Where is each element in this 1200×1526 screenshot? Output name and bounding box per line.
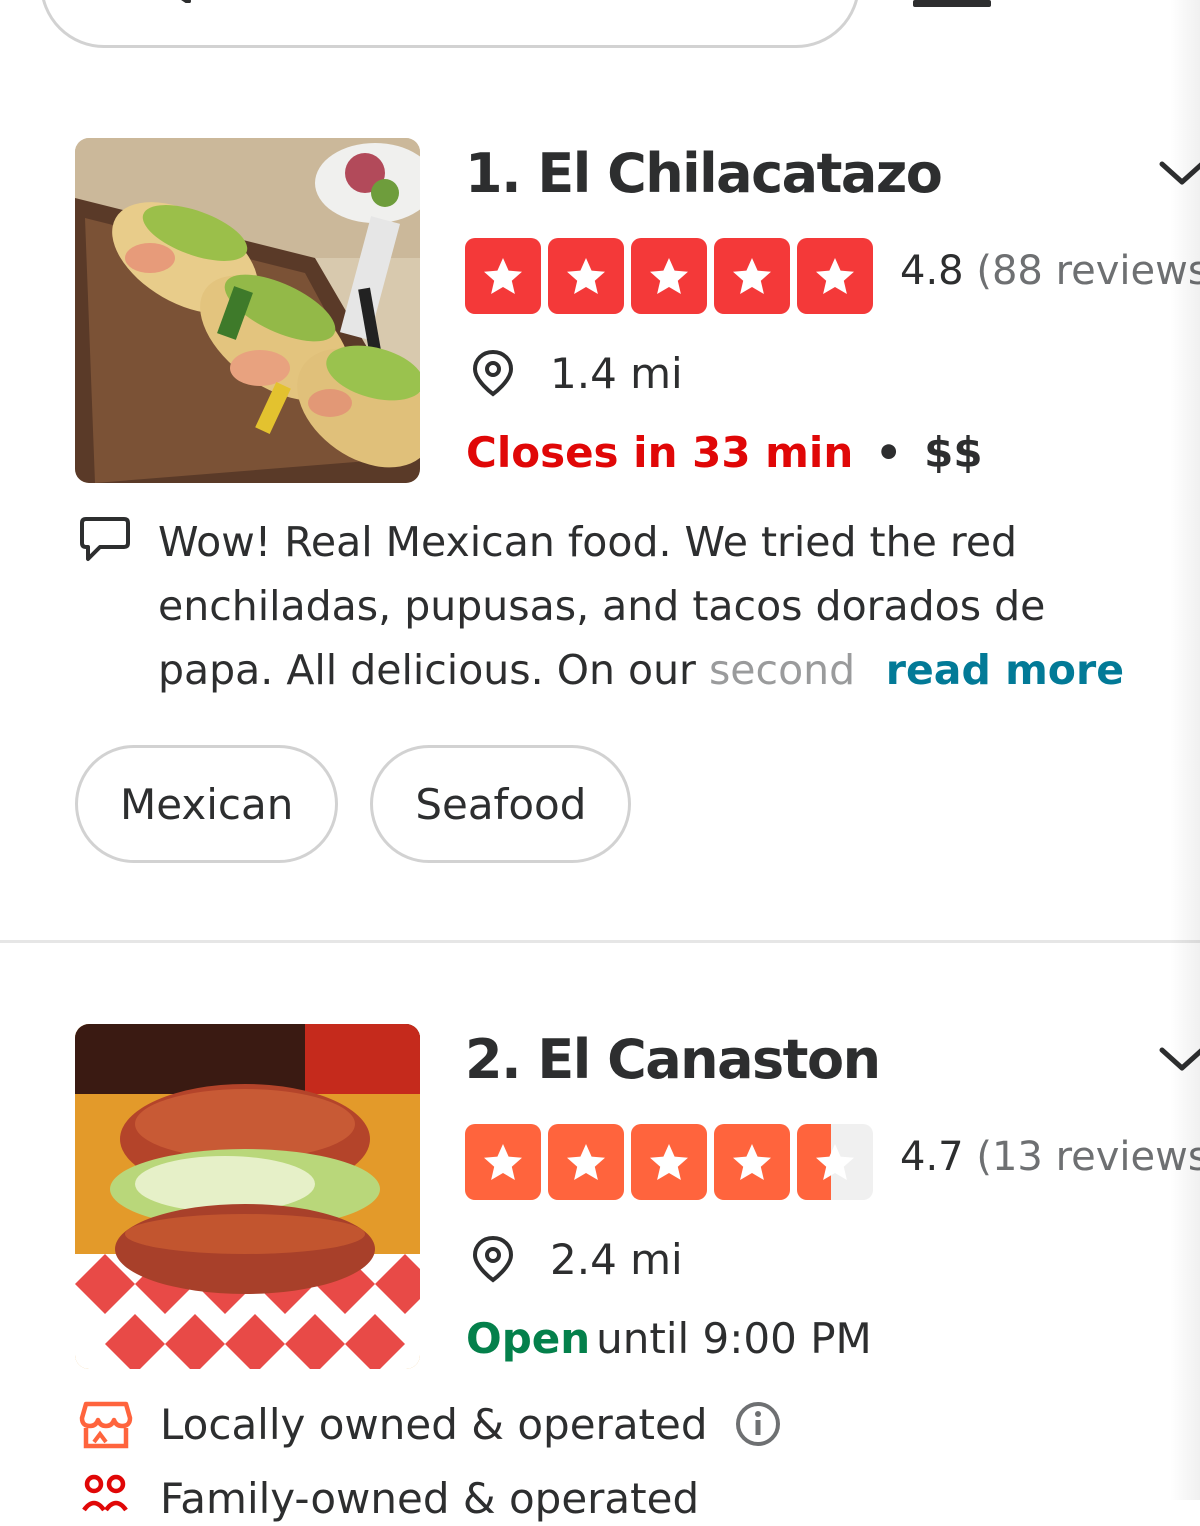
listing-photo[interactable]: [75, 1024, 420, 1369]
rating-summary: 4.8 (88 reviews): [900, 248, 1200, 294]
storefront-icon: [79, 1401, 133, 1449]
listing-divider: [0, 940, 1200, 943]
speech-bubble-icon: [80, 517, 130, 561]
category-tag[interactable]: Mexican: [75, 745, 339, 863]
rating-value: 4.7: [900, 1134, 964, 1180]
listing-photo[interactable]: [75, 138, 420, 483]
search-icon: [133, 0, 193, 3]
search-bar[interactable]: [40, 0, 860, 48]
location-pin-icon: [472, 349, 514, 397]
star-rating: [465, 238, 873, 314]
star-icon: [631, 1124, 707, 1200]
distance-row: 2.4 mi: [468, 1234, 683, 1284]
star-icon: [797, 1124, 873, 1200]
hours-status-row: Closes in 33 min • $$: [466, 428, 983, 477]
review-count[interactable]: (13 reviews): [976, 1134, 1200, 1180]
price-level: $$: [924, 428, 983, 477]
edge-shadow: [1170, 0, 1200, 1500]
closing-status: Closes in 33 min: [466, 428, 854, 477]
review-text-fade: second: [708, 646, 856, 694]
business-name[interactable]: 1. El Chilacatazo: [465, 142, 943, 205]
menu-icon[interactable]: [913, 0, 991, 7]
family-icon: [82, 1474, 128, 1512]
star-icon: [797, 238, 873, 314]
distance: 1.4 mi: [550, 348, 683, 398]
info-icon[interactable]: [734, 1400, 782, 1448]
review-snippet[interactable]: Wow! Real Mexican food. We tried the red…: [158, 510, 1148, 702]
distance-row: 1.4 mi: [468, 348, 683, 398]
attribute-label: Locally owned & operated: [160, 1399, 708, 1449]
read-more-link[interactable]: read more: [869, 638, 1124, 702]
category-tags: Mexican Seafood: [75, 745, 632, 863]
location-pin-icon: [472, 1235, 514, 1283]
rating-value: 4.8: [900, 248, 964, 294]
attribute-row: Locally owned & operated: [78, 1396, 782, 1452]
attribute-row: Family-owned & operated: [78, 1470, 699, 1526]
review-count[interactable]: (88 reviews): [976, 248, 1200, 294]
open-status: Open: [466, 1314, 591, 1363]
star-icon: [548, 238, 624, 314]
hours-status-row: Open until 9:00 PM: [466, 1314, 872, 1363]
hours-until: until 9:00 PM: [596, 1314, 872, 1363]
rating-summary: 4.7 (13 reviews): [900, 1134, 1200, 1180]
star-icon: [631, 238, 707, 314]
star-icon: [714, 1124, 790, 1200]
attribute-label: Family-owned & operated: [160, 1473, 700, 1523]
separator-dot: •: [875, 428, 903, 477]
distance: 2.4 mi: [550, 1234, 683, 1284]
star-icon: [548, 1124, 624, 1200]
star-icon: [465, 238, 541, 314]
star-rating: [465, 1124, 873, 1200]
star-icon: [465, 1124, 541, 1200]
star-icon: [714, 238, 790, 314]
business-name[interactable]: 2. El Canaston: [465, 1028, 881, 1091]
category-tag[interactable]: Seafood: [370, 745, 632, 863]
